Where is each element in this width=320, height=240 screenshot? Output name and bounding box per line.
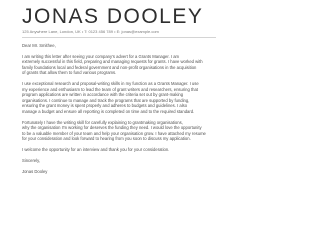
paragraph-line: I use exceptional research and proposal-…: [22, 80, 199, 86]
paragraph-3: Fortunately I have the writing skill for…: [22, 120, 216, 142]
paragraph-line: for your consideration and look forward …: [22, 136, 191, 142]
letter-body: Dear Mr. Smithee, I am writing this lett…: [22, 43, 216, 175]
sender-name: JONAS DOOLEY: [22, 5, 204, 28]
letter-header: JONAS DOOLEY 125 Anywhere Lane, London, …: [22, 6, 216, 38]
paragraph-line: manage a budget and ensure all reporting…: [22, 108, 195, 114]
sender-contact: 125 Anywhere Lane, London, UK • T: 0123 …: [22, 29, 159, 34]
paragraph-2: I use exceptional research and proposal-…: [22, 81, 216, 115]
letter-page: JONAS DOOLEY 125 Anywhere Lane, London, …: [0, 0, 234, 216]
signature: Jonas Dooley: [22, 169, 48, 175]
paragraph-line: why the organisation I'm working for des…: [22, 125, 202, 131]
paragraph-line: extremely successful in this field, prep…: [22, 59, 203, 65]
paragraph-1: I am writing this letter after seeing yo…: [22, 54, 216, 76]
